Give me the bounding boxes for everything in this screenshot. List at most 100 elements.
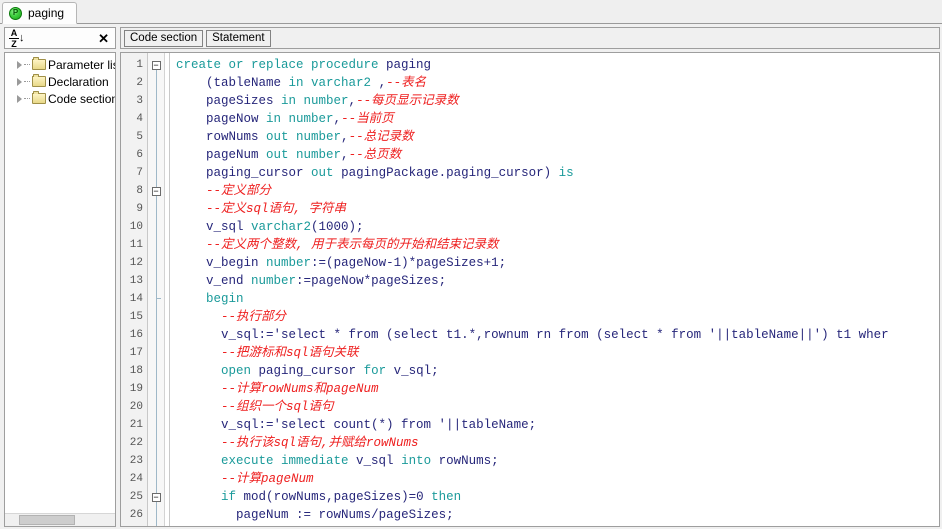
code-token-id: pagingPackage.paging_cursor bbox=[341, 166, 544, 180]
code-token-pl: :=( bbox=[311, 256, 334, 270]
line-number: 9 bbox=[136, 203, 143, 215]
sort-arrow-down-icon: ↓ bbox=[19, 31, 25, 44]
tree-item[interactable]: Declaration bbox=[5, 73, 115, 90]
code-token-id: pageSizes bbox=[416, 256, 484, 270]
code-token-kw: begin bbox=[206, 292, 244, 306]
code-token-pl: ; bbox=[446, 508, 454, 522]
tree-item[interactable]: Parameter lis bbox=[5, 56, 115, 73]
tree-connector bbox=[24, 63, 30, 66]
fold-collapse-icon[interactable]: − bbox=[151, 60, 161, 70]
toolbar-row: A Z ↓ ✕ Code section Statement bbox=[0, 24, 942, 52]
code-line[interactable]: --组织一个sql语句 bbox=[176, 398, 939, 416]
code-token-pl: :='select * from (select t1.*,rownum rn … bbox=[258, 328, 889, 342]
code-line[interactable]: v_begin number:=(pageNow-1)*pageSizes+1; bbox=[176, 254, 939, 272]
code-line[interactable]: v_sql:='select * from (select t1.*,rownu… bbox=[176, 326, 939, 344]
code-line[interactable]: --定义部分 bbox=[176, 182, 939, 200]
line-number: 8 bbox=[136, 185, 143, 197]
code-token-cm: --定义sql语句, 字符串 bbox=[206, 202, 347, 216]
fold-collapse-icon[interactable]: − bbox=[151, 186, 161, 196]
structure-tree-panel: Parameter lis Declaration Code section bbox=[4, 52, 116, 527]
code-line[interactable]: --计算pageNum bbox=[176, 470, 939, 488]
sort-az-icon[interactable]: A Z ↓ bbox=[9, 28, 25, 48]
line-number: 13 bbox=[129, 275, 143, 287]
code-line[interactable]: (tableName in varchar2 ,--表名 bbox=[176, 74, 939, 92]
code-line[interactable]: begin bbox=[176, 290, 939, 308]
code-token-cm: --表名 bbox=[386, 76, 427, 90]
fold-guide-end bbox=[156, 298, 161, 299]
chevron-right-icon[interactable] bbox=[17, 60, 22, 69]
code-token-pl: )=0 bbox=[401, 490, 432, 504]
line-number: 6 bbox=[136, 149, 143, 161]
code-token-pl: , bbox=[348, 94, 357, 108]
code-token-id: pageNow bbox=[206, 112, 259, 126]
tree-horizontal-scrollbar[interactable] bbox=[5, 513, 115, 526]
code-token-cm: --定义部分 bbox=[206, 184, 272, 198]
line-number: 1 bbox=[136, 59, 143, 71]
code-line[interactable]: v_sql:='select count(*) from '||tableNam… bbox=[176, 416, 939, 434]
chevron-right-icon[interactable] bbox=[17, 94, 22, 103]
code-token-cm: --执行该sql语句,并赋给rowNums bbox=[221, 436, 419, 450]
tree-connector bbox=[24, 80, 30, 83]
code-text-area[interactable]: create or replace procedure paging (tabl… bbox=[176, 53, 939, 526]
code-line[interactable]: create or replace procedure paging bbox=[176, 56, 939, 74]
code-token-cm: --总页数 bbox=[348, 148, 402, 162]
line-number: 22 bbox=[129, 437, 143, 449]
application-window: P paging A Z ↓ ✕ Code section Statement bbox=[0, 0, 942, 529]
code-line[interactable]: if mod(rowNums,pageSizes)=0 then bbox=[176, 488, 939, 506]
code-token-kw: number bbox=[258, 256, 312, 270]
code-editor-panel[interactable]: 1 2 3 4 5 6 7 8 9 10 11 12 13 14 15 16 17 18 19 20 21 22 23 24 2… bbox=[120, 52, 940, 527]
code-line[interactable]: paging_cursor out pagingPackage.paging_c… bbox=[176, 164, 939, 182]
code-line[interactable]: v_sql varchar2(1000); bbox=[176, 218, 939, 236]
code-line[interactable]: --定义sql语句, 字符串 bbox=[176, 200, 939, 218]
code-line[interactable]: pageSizes in number,--每页显示记录数 bbox=[176, 92, 939, 110]
folder-icon bbox=[32, 91, 46, 104]
code-line[interactable]: rowNums out number,--总记录数 bbox=[176, 128, 939, 146]
close-icon[interactable]: ✕ bbox=[98, 32, 111, 45]
line-number: 20 bbox=[129, 401, 143, 413]
code-line[interactable]: --执行该sql语句,并赋给rowNums bbox=[176, 434, 939, 452]
chevron-right-icon[interactable] bbox=[17, 77, 22, 86]
code-line[interactable]: --执行部分 bbox=[176, 308, 939, 326]
code-line[interactable]: --把游标和sql语句关联 bbox=[176, 344, 939, 362]
line-number: 16 bbox=[129, 329, 143, 341]
structure-tree[interactable]: Parameter lis Declaration Code section bbox=[5, 53, 115, 513]
code-fold-column[interactable]: − − − bbox=[148, 53, 165, 526]
code-line[interactable]: pageNow in number,--当前页 bbox=[176, 110, 939, 128]
line-number: 3 bbox=[136, 95, 143, 107]
code-token-id: rowNums bbox=[273, 490, 327, 504]
code-token-pl: * bbox=[363, 274, 372, 288]
tab-paging[interactable]: P paging bbox=[2, 2, 78, 24]
line-number: 25 bbox=[129, 491, 143, 503]
code-line[interactable]: --计算rowNums和pageNum bbox=[176, 380, 939, 398]
code-line[interactable]: v_end number:=pageNow*pageSizes; bbox=[176, 272, 939, 290]
code-line[interactable]: execute immediate v_sql into rowNums; bbox=[176, 452, 939, 470]
line-number: 17 bbox=[129, 347, 143, 359]
code-section-button[interactable]: Code section bbox=[124, 29, 204, 47]
code-token-pl: ( bbox=[266, 490, 274, 504]
code-line[interactable]: pageNum out number,--总页数 bbox=[176, 146, 939, 164]
code-token-id: pageSizes bbox=[371, 274, 439, 288]
statement-button[interactable]: Statement bbox=[206, 29, 271, 47]
line-number: 10 bbox=[129, 221, 143, 233]
fold-collapse-icon[interactable]: − bbox=[151, 492, 161, 502]
code-line[interactable]: pageNum := rowNums/pageSizes; bbox=[176, 506, 939, 524]
code-token-id: tableName bbox=[213, 76, 282, 90]
folder-icon bbox=[32, 57, 46, 70]
code-token-kw: execute immediate bbox=[221, 454, 357, 468]
code-line[interactable]: --定义两个整数, 用于表示每页的开始和结束记录数 bbox=[176, 236, 939, 254]
code-token-pl: -1)* bbox=[386, 256, 417, 270]
code-token-id: v_begin bbox=[206, 256, 259, 270]
line-number: 12 bbox=[129, 257, 143, 269]
code-line[interactable]: open paging_cursor for v_sql; bbox=[176, 362, 939, 380]
tree-scrollbar-thumb[interactable] bbox=[19, 515, 75, 525]
tree-item[interactable]: Code section bbox=[5, 90, 115, 107]
